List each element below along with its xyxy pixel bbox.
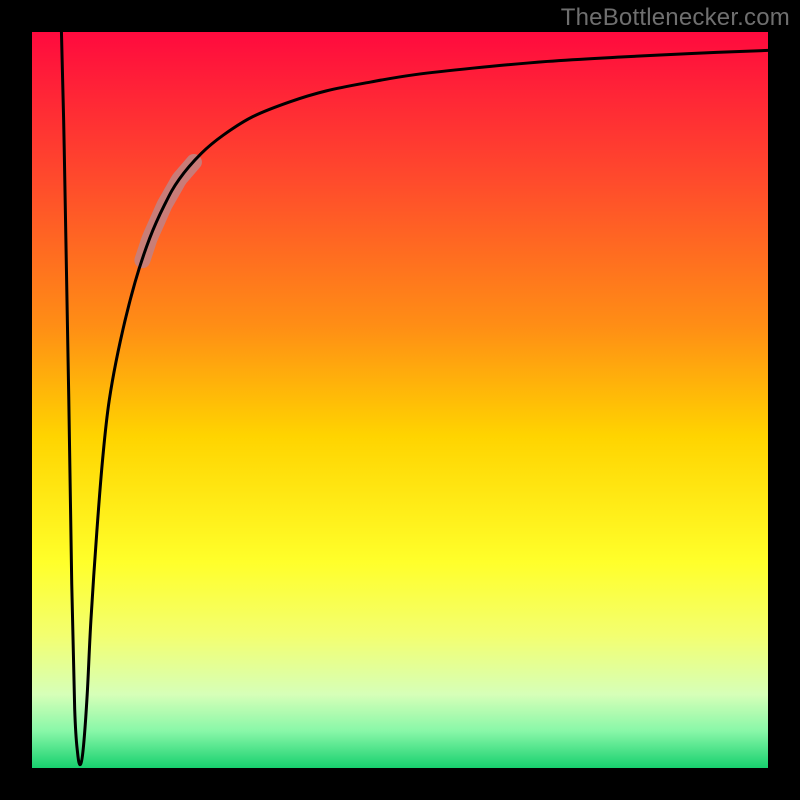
plot-background [32, 32, 768, 768]
bottleneck-chart [0, 0, 800, 800]
watermark-text: TheBottlenecker.com [561, 4, 790, 32]
chart-stage: TheBottlenecker.com [0, 0, 800, 800]
